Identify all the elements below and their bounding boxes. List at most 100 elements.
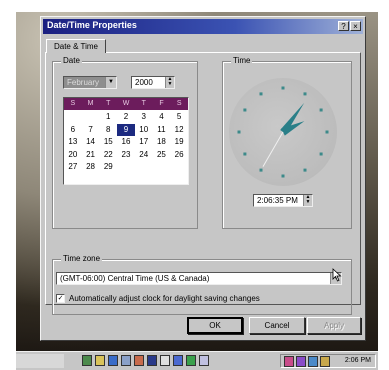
text-icon[interactable] [199,355,209,366]
calendar-day[interactable]: 14 [82,136,100,149]
apply-button[interactable]: Apply [307,317,361,334]
clock-tick [243,108,247,112]
calendar-day-header: S [70,100,76,107]
calendar-day[interactable]: 22 [99,149,117,162]
calendar-day[interactable]: 10 [135,124,153,137]
calendar-day[interactable]: 27 [64,161,82,174]
tab-panel: Date February ▼ 2000 ▲ ▼ SMTWTFS 12345678… [45,52,361,315]
time-value: 2:06:35 PM [257,196,298,205]
timezone-dropdown[interactable]: (GMT-06:00) Central Time (US & Canada) ▼ [56,272,342,285]
clock-tick [259,168,263,172]
app-icon[interactable] [82,355,92,366]
timezone-group-label: Time zone [61,254,103,263]
tab-date-time[interactable]: Date & Time [46,39,106,53]
calendar-day-header: F [159,100,164,107]
date-time-properties-dialog: Date/Time Properties ? × Date & Time Dat… [40,16,366,341]
calendar-day[interactable]: 12 [170,124,188,137]
volume-icon[interactable] [320,356,330,367]
clock-tick [237,130,241,134]
calendar-day[interactable]: 5 [170,111,188,124]
calendar-day[interactable]: 29 [99,161,117,174]
calendar-day[interactable]: 7 [82,124,100,137]
calendar-day[interactable]: 17 [135,136,153,149]
dst-checkbox[interactable]: ✓ [56,294,65,303]
ok-button[interactable]: OK [187,317,243,334]
date-group-label: Date [61,56,82,65]
clock-tick [303,92,307,96]
system-tray: 2:06 PM [280,354,376,368]
title-bar[interactable]: Date/Time Properties ? × [43,19,363,34]
calendar-day[interactable]: 25 [153,149,171,162]
clock-face [237,86,329,178]
timezone-group: Time zone [52,254,352,315]
explorer-icon[interactable] [108,355,118,366]
calendar-day[interactable]: 8 [99,124,117,137]
year-spinner[interactable]: 2000 ▲ ▼ [131,76,175,89]
calendar-day[interactable]: 28 [82,161,100,174]
calendar-day[interactable]: 6 [64,124,82,137]
chevron-down-icon[interactable]: ▼ [105,77,116,88]
clock-tick [281,86,285,90]
taskbar-left-area [16,354,64,368]
calendar-empty-cell [153,161,171,174]
tray-icon[interactable] [284,356,294,367]
timezone-value: (GMT-06:00) Central Time (US & Canada) [60,274,210,283]
calendar-day-header: W [122,100,130,107]
cancel-button[interactable]: Cancel [249,317,305,334]
calendar-empty-cell [82,111,100,124]
calendar-empty-cell [135,161,153,174]
month-dropdown[interactable]: February ▼ [63,76,117,89]
media-icon[interactable] [186,355,196,366]
document-icon[interactable] [160,355,170,366]
help-button[interactable]: ? [338,21,349,31]
calendar-day[interactable]: 11 [153,124,171,137]
folder-icon[interactable] [95,355,105,366]
time-spinner[interactable]: 2:06:35 PM ▲ ▼ [253,194,313,207]
calendar-day-headers: SMTWTFS [64,98,188,110]
calendar-day[interactable]: 1 [99,111,117,124]
mail-icon[interactable] [134,355,144,366]
calendar-day[interactable]: 16 [117,136,135,149]
calendar-day[interactable]: 2 [117,111,135,124]
calendar-empty-cell [170,161,188,174]
date-group: Date February ▼ 2000 ▲ ▼ SMTWTFS 12345678… [52,56,198,229]
calendar-day[interactable]: 13 [64,136,82,149]
month-value: February [67,78,100,87]
calendar-day[interactable]: 9 [117,123,135,136]
tray-icon[interactable] [296,356,306,367]
window-title: Date/Time Properties [47,20,137,30]
calendar-days: 1 2 3 4 5 6 7 8 9 10 11 12 13 14 15 16 17 18 19 20 21 22 23 24 2… [64,111,188,174]
calendar-day[interactable]: 18 [153,136,171,149]
spin-arrows-icon[interactable]: ▲ ▼ [165,77,174,88]
calendar-day[interactable]: 15 [99,136,117,149]
calendar-day[interactable]: 23 [117,149,135,162]
calendar-day-header: T [141,100,146,107]
calendar-empty-cell [117,161,135,174]
calendar-day[interactable]: 3 [135,111,153,124]
dst-checkbox-label: Automatically adjust clock for daylight … [69,294,260,303]
calendar-day-header: M [87,100,94,107]
network-icon[interactable] [121,355,131,366]
desktop-icon[interactable] [173,355,183,366]
clock-tick [243,152,247,156]
calendar-day[interactable]: 19 [170,136,188,149]
calendar-day[interactable]: 4 [153,111,171,124]
year-value: 2000 [135,78,153,87]
taskbar: 2:06 PM [16,351,378,370]
calendar-day[interactable]: 24 [135,149,153,162]
clock-tick [319,152,323,156]
calendar-day[interactable]: 26 [170,149,188,162]
clock-tick [259,92,263,96]
calendar-day-header: S [176,100,182,107]
clock-tick [319,108,323,112]
analog-clock [229,78,337,186]
monitor-icon[interactable] [147,355,157,366]
close-button[interactable]: × [350,21,361,31]
mouse-cursor-icon [332,268,342,282]
tray-icon[interactable] [308,356,318,367]
calendar-day[interactable]: 21 [82,149,100,162]
calendar-day[interactable]: 20 [64,149,82,162]
taskbar-clock[interactable]: 2:06 PM [345,357,371,364]
spin-arrows-icon[interactable]: ▲ ▼ [303,195,312,206]
clock-tick [303,168,307,172]
